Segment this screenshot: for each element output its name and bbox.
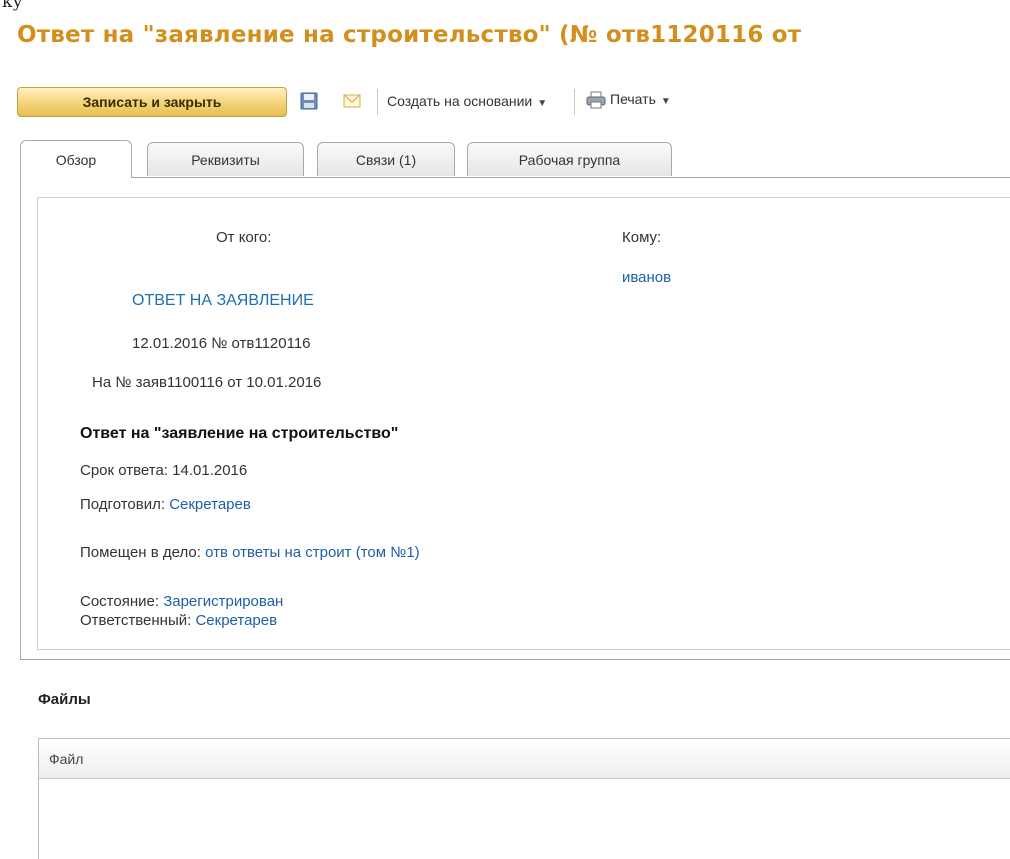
files-section-title: Файлы (38, 691, 91, 708)
registration-line: 12.01.2016 № отв1120116 (132, 335, 311, 352)
tab-work-group[interactable]: Рабочая группа (467, 142, 672, 176)
prepared-by-row: Подготовил: Секретарев (80, 496, 251, 513)
files-table[interactable]: Файл (38, 738, 1010, 859)
toolbar: Записать и закрыть Создать на основании ▼… (17, 84, 1010, 120)
toolbar-separator (574, 89, 575, 115)
deadline-value: 14.01.2016 (172, 462, 248, 479)
file-column-label: Файл (49, 750, 84, 767)
document-kind: ОТВЕТ НА ЗАЯВЛЕНИЕ (132, 292, 314, 309)
from-label: От кого: (216, 229, 272, 246)
toolbar-separator (377, 89, 378, 115)
print-button[interactable]: Печать ▼ (586, 91, 671, 109)
deadline-row: Срок ответа: 14.01.2016 (80, 462, 247, 479)
state-link[interactable]: Зарегистрирован (163, 593, 283, 610)
save-icon[interactable] (299, 91, 319, 111)
state-label: Состояние: (80, 593, 160, 610)
tab-bar: Обзор Реквизиты Связи (1) Рабочая группа (20, 140, 1010, 178)
document-overview-card (37, 197, 1010, 650)
tab-links[interactable]: Связи (1) (317, 142, 455, 176)
save-and-close-button[interactable]: Записать и закрыть (17, 87, 287, 117)
to-label: Кому: (622, 229, 662, 246)
document-subject: Ответ на "заявление на строительство" (80, 425, 399, 442)
responsible-row: Ответственный: Секретарев (80, 612, 277, 629)
tab-details[interactable]: Реквизиты (147, 142, 304, 176)
responsible-label: Ответственный: (80, 612, 192, 629)
recipient-link[interactable]: иванов (622, 269, 671, 286)
dropdown-arrow-icon: ▼ (537, 98, 548, 109)
case-label: Помещен в дело: (80, 544, 201, 561)
case-row: Помещен в дело: отв ответы на строит (то… (80, 544, 420, 561)
clipped-window-text: ку (2, 0, 23, 12)
prepared-by-label: Подготовил: (80, 496, 166, 513)
create-based-on-button[interactable]: Создать на основании ▼ (387, 93, 547, 109)
state-row: Состояние: Зарегистрирован (80, 593, 283, 610)
responsible-link[interactable]: Секретарев (195, 612, 277, 629)
print-label: Печать (610, 91, 656, 107)
printer-icon (586, 91, 606, 109)
prepared-by-link[interactable]: Секретарев (169, 496, 251, 513)
tab-overview[interactable]: Обзор (20, 140, 132, 178)
dropdown-arrow-icon: ▼ (660, 96, 671, 107)
deadline-label: Срок ответа: (80, 462, 168, 479)
reference-line: На № заяв1100116 от 10.01.2016 (92, 374, 322, 391)
create-based-on-label: Создать на основании (387, 93, 533, 109)
file-column-header[interactable]: Файл (39, 739, 1010, 779)
case-link[interactable]: отв ответы на строит (том №1) (205, 544, 420, 561)
email-icon[interactable] (342, 91, 362, 111)
window-title: Ответ на "заявление на строительство" (№… (17, 22, 802, 48)
